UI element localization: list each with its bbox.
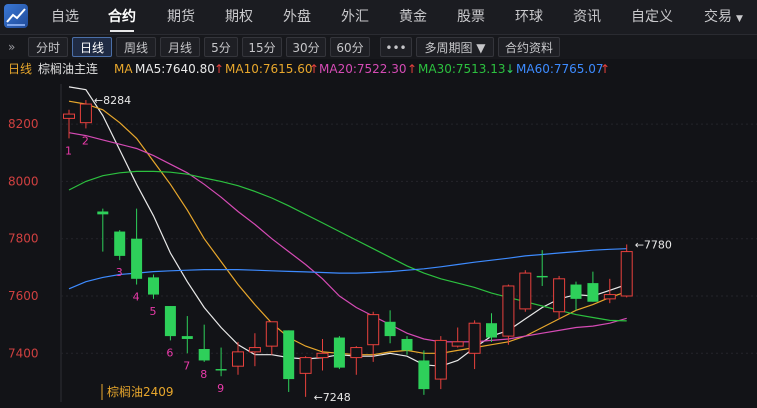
candle-body-down (131, 238, 143, 279)
candle-body-up (248, 347, 261, 353)
high-price-marker: ←8284 (94, 94, 131, 107)
wave-label: 6 (166, 346, 173, 359)
period-button-15min[interactable]: 15分 (242, 37, 282, 57)
candle-body-down (283, 330, 295, 380)
wave-label: 9 (217, 382, 224, 395)
candle-body-up (232, 351, 244, 367)
ma30-arrow: ↓ (505, 62, 516, 76)
wave-label: 5 (150, 305, 157, 318)
nav-tab-news[interactable]: 资讯 (573, 0, 601, 34)
ma-label: MA (114, 62, 133, 76)
candle-body-up (502, 285, 515, 337)
nav-tab-stocks[interactable]: 股票 (457, 0, 485, 34)
kline-chart-svg[interactable]: 8200 8000 7800 7600 7400 12 345 6789 ←8284 ←7248… (0, 80, 757, 408)
y-tick-label: 7600 (8, 289, 39, 303)
more-periods-button[interactable]: ••• (380, 37, 412, 57)
candle-body-up (350, 347, 363, 359)
contract-name[interactable]: 棕榈油主连 (38, 60, 98, 78)
candle-body-up (603, 294, 616, 300)
ma60-arrow: ↑ (600, 62, 611, 76)
nav-tab-gold[interactable]: 黄金 (399, 0, 427, 34)
candle-body-up (519, 272, 532, 310)
nav-tab-trade-label: 交易 (704, 9, 732, 25)
candle-body-up (316, 352, 329, 359)
candle-body-up (451, 341, 464, 347)
candle-body-down (587, 283, 599, 302)
nav-tab-custom[interactable]: 自定义 (631, 0, 673, 34)
ma5-value: MA5:7640.80 (135, 62, 215, 76)
candle-body-down (181, 336, 193, 339)
period-button-intraday[interactable]: 分时 (28, 37, 68, 57)
candle-body-down (97, 211, 109, 215)
candle-body-up (79, 103, 92, 124)
y-tick-label: 7400 (8, 346, 39, 360)
app-logo-icon[interactable] (4, 4, 28, 28)
candle-body-down (215, 369, 227, 371)
nav-tab-foreign-markets[interactable]: 外盘 (283, 0, 311, 34)
ma-info-bar: 日线 棕榈油主连 MA MA5:7640.80 ↑ MA10:7615.60 ↑… (0, 60, 757, 78)
collapse-icon[interactable]: » (8, 37, 15, 57)
ma30-value: MA30:7513.13 (418, 62, 506, 76)
candle-body-up (265, 321, 278, 347)
y-tick-label: 7800 (8, 232, 39, 246)
ma10-arrow: ↑ (309, 62, 320, 76)
nav-tab-futures[interactable]: 期货 (167, 0, 195, 34)
period-button-monthly[interactable]: 月线 (160, 37, 200, 57)
wave-label: 1 (65, 144, 72, 157)
contract-code-label: 棕榈油2409 (107, 384, 174, 399)
ma10-value: MA10:7615.60 (225, 62, 313, 76)
nav-tab-options[interactable]: 期权 (225, 0, 253, 34)
ma20-arrow: ↑ (407, 62, 418, 76)
ma30-line (68, 170, 627, 322)
wave-label: 7 (183, 359, 190, 372)
candle-body-down (148, 277, 159, 295)
last-price-marker: ←7780 (635, 238, 672, 251)
candle-body-up (63, 113, 75, 119)
wave-label: 4 (133, 291, 140, 304)
candle-body-up (367, 314, 380, 346)
candle-body-up (468, 322, 481, 354)
nav-tab-contracts[interactable]: 合约 (108, 0, 136, 34)
candle-body-down (384, 321, 396, 337)
y-tick-label: 8200 (8, 117, 39, 131)
contract-info-button[interactable]: 合约资料 (498, 37, 560, 57)
candle-body-down (198, 349, 210, 361)
period-button-5min[interactable]: 5分 (204, 37, 238, 57)
candle-body-up (434, 339, 447, 380)
candle-body-down (333, 337, 345, 368)
ma20-value: MA20:7522.30 (319, 62, 407, 76)
y-tick-label: 8000 (8, 174, 39, 188)
period-toolbar: » 分时 日线 周线 月线 5分 15分 30分 60分 ••• 多周期图 ▼ … (0, 35, 757, 59)
top-navigation: 自选 合约 期货 期权 外盘 外汇 黄金 股票 环球 资讯 自定义 交易 ▼ (0, 0, 757, 35)
nav-tab-forex[interactable]: 外汇 (341, 0, 369, 34)
candle-body-up (620, 251, 633, 297)
candle-body-down (536, 275, 548, 278)
period-label: 日线 (8, 62, 33, 76)
nav-tab-favorites[interactable]: 自选 (51, 0, 79, 34)
ma5-arrow: ↑ (214, 62, 225, 76)
candle-body-down (418, 360, 430, 390)
candle-body-up (553, 278, 566, 313)
period-button-60min[interactable]: 60分 (330, 37, 370, 57)
ma60-value: MA60:7765.07 (516, 62, 604, 76)
ma5-line (68, 86, 627, 367)
wave-label: 3 (116, 266, 123, 279)
candle-body-down (570, 284, 582, 299)
candle-body-down (486, 323, 497, 338)
kline-chart[interactable]: 8200 8000 7800 7600 7400 1 2 3 4 5 6 7 8 9 ←8284 ←7248… (0, 80, 757, 408)
nav-tab-trade[interactable]: 交易 ▼ (704, 0, 743, 34)
candle-body-up (299, 357, 312, 374)
multi-period-dropdown[interactable]: 多周期图 ▼ (416, 37, 494, 57)
period-button-weekly[interactable]: 周线 (116, 37, 156, 57)
candle-body-down (164, 306, 176, 337)
low-price-marker: ←7248 (314, 391, 351, 404)
wave-label: 2 (82, 134, 89, 147)
candle-body-down (114, 231, 126, 256)
wave-label: 8 (200, 368, 207, 381)
chevron-down-icon: ▼ (736, 14, 743, 24)
period-button-30min[interactable]: 30分 (286, 37, 326, 57)
candle-body-down (401, 338, 413, 351)
nav-tab-global[interactable]: 环球 (515, 0, 543, 34)
period-button-daily[interactable]: 日线 (72, 37, 112, 57)
